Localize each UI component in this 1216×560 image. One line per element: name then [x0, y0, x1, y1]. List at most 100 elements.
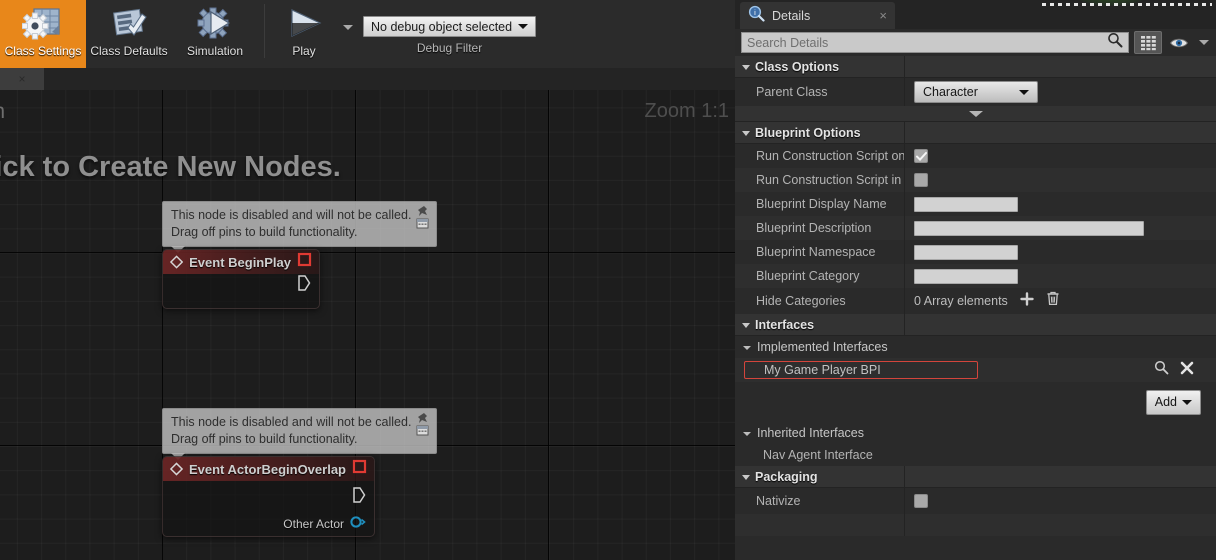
toolbar-separator [264, 4, 265, 58]
grid-icon [1140, 35, 1156, 50]
close-icon[interactable]: × [879, 9, 887, 22]
event-diamond-icon [170, 462, 183, 476]
eye-icon [1169, 38, 1189, 47]
add-button-label: Add [1154, 395, 1177, 409]
remove-interface-button[interactable] [1180, 361, 1194, 380]
toolbar-button-simulation[interactable]: Simulation [172, 0, 258, 68]
exec-pin-out-icon[interactable] [297, 274, 311, 296]
graph-empty-hint: t-Click to Create New Nodes. [0, 151, 341, 183]
search-icon [1107, 32, 1123, 53]
class-defaults-icon [106, 5, 152, 43]
details-visibility-button[interactable] [1167, 31, 1191, 54]
node-tooltip-actorbeginoverlap: This node is disabled and will not be ca… [162, 408, 437, 460]
debug-filter-label: Debug Filter [416, 41, 483, 55]
graph-zoom-level: Zoom 1:1 [644, 100, 729, 122]
interface-row-actions [1154, 360, 1194, 380]
tooltip-line-2: Drag off pins to build functionality. [171, 431, 358, 446]
add-interface-button[interactable]: Add [1145, 389, 1201, 415]
column-divider [904, 488, 905, 514]
property-value [904, 268, 1216, 284]
object-pin-icon[interactable] [350, 515, 366, 534]
details-panel: i Details × Search Details Class Options… [735, 0, 1216, 560]
exec-pin-out-icon[interactable] [352, 486, 366, 508]
section-header-interfaces[interactable]: Interfaces [735, 314, 1216, 336]
column-divider [904, 240, 905, 264]
property-label: Blueprint Category [756, 269, 860, 283]
property-value: Character [904, 81, 1216, 103]
property-value [904, 196, 1216, 212]
node-title: Event BeginPlay [189, 254, 291, 270]
graph-node-event-beginplay[interactable]: Event BeginPlay [162, 249, 320, 309]
play-options-dropdown[interactable] [337, 0, 359, 54]
node-exec-out-row [163, 486, 374, 508]
subsection-title: Implemented Interfaces [757, 340, 888, 354]
property-value [904, 244, 1216, 260]
checkbox-run-construction-script-in-sequencer[interactable] [914, 173, 928, 187]
details-info-icon: i [748, 5, 765, 27]
tooltip-line-1: This node is disabled and will not be ca… [171, 208, 412, 222]
section-header-packaging[interactable]: Packaging [735, 466, 1216, 488]
column-divider [904, 466, 905, 487]
section-header-class-options[interactable]: Class Options [735, 56, 1216, 78]
section-title: Interfaces [755, 317, 815, 332]
property-row-hide-categories: Hide Categories 0 Array elements [735, 288, 1216, 314]
inherited-interface-item: Nav Agent Interface [735, 444, 1216, 466]
column-divider [904, 288, 905, 314]
checkbox-run-construction-script-on-drag[interactable] [914, 149, 928, 163]
section-header-blueprint-options[interactable]: Blueprint Options [735, 122, 1216, 144]
parent-class-select[interactable]: Character [914, 81, 1038, 103]
window-icon [416, 218, 429, 229]
property-row-blueprint-display-name: Blueprint Display Name [735, 192, 1216, 216]
graph-node-event-actorbeginoverlap[interactable]: Event ActorBeginOverlap Other Actor [162, 456, 375, 537]
checkbox-nativize[interactable] [914, 494, 928, 508]
hide-categories-count: 0 Array elements [914, 294, 1008, 308]
details-grid-view-button[interactable] [1134, 31, 1162, 54]
node-header: Event ActorBeginOverlap [163, 457, 374, 481]
details-tab-bar: i Details × [735, 0, 1216, 29]
blueprint-graph-canvas[interactable]: aph Zoom 1:1 t-Click to Create New Nodes… [0, 90, 735, 560]
graph-tab[interactable]: × [0, 68, 44, 90]
subsection-implemented-interfaces[interactable]: Implemented Interfaces [735, 336, 1216, 358]
input-blueprint-category[interactable] [914, 268, 1018, 284]
tab-details-label: Details [772, 8, 811, 23]
property-row-blueprint-category: Blueprint Category [735, 264, 1216, 288]
property-row-spacer [735, 514, 1216, 536]
column-divider [904, 144, 905, 168]
input-blueprint-display-name[interactable] [914, 196, 1018, 212]
property-label: Blueprint Description [756, 221, 872, 235]
property-label: Blueprint Display Name [756, 197, 887, 211]
main-toolbar: Class Settings Class Defaults Simulation… [0, 0, 735, 68]
property-row-parent-class: Parent Class Character [735, 78, 1216, 106]
property-label: Run Construction Script in Se [756, 173, 904, 187]
node-delegate-pin[interactable] [352, 459, 367, 479]
add-interface-row: Add [735, 382, 1216, 422]
browse-interface-button[interactable] [1154, 360, 1169, 380]
add-array-element-button[interactable] [1020, 291, 1034, 311]
property-row-run-construction-script-on-drag: Run Construction Script on D [735, 144, 1216, 168]
clear-array-button[interactable] [1046, 291, 1060, 311]
property-row-run-construction-script-in-sequencer: Run Construction Script in Se [735, 168, 1216, 192]
implemented-interface-row: My Game Player BPI [735, 358, 1216, 382]
node-body [163, 274, 319, 308]
node-title: Event ActorBeginOverlap [188, 461, 346, 477]
pin-icon [418, 413, 427, 423]
search-details-box[interactable] [741, 32, 1129, 53]
toolbar-button-play[interactable]: Play [271, 0, 337, 68]
toolbar-button-class-defaults[interactable]: Class Defaults [86, 0, 172, 68]
column-divider [904, 56, 905, 77]
window-icon [416, 425, 429, 436]
subsection-inherited-interfaces[interactable]: Inherited Interfaces [735, 422, 1216, 444]
toolbar-button-class-settings[interactable]: Class Settings [0, 0, 86, 68]
input-blueprint-description[interactable] [914, 220, 1144, 236]
close-icon[interactable]: × [18, 73, 25, 85]
tab-details[interactable]: i Details × [740, 2, 895, 29]
section-expander-class-options[interactable] [735, 106, 1216, 122]
details-visibility-dropdown[interactable] [1196, 40, 1212, 45]
input-blueprint-namespace[interactable] [914, 244, 1018, 260]
search-input[interactable] [747, 35, 1107, 50]
debug-object-select[interactable]: No debug object selected [363, 16, 537, 37]
toolbar-label-simulation: Simulation [186, 44, 244, 58]
interface-entry-my-game-player-bpi[interactable]: My Game Player BPI [744, 361, 978, 379]
node-delegate-pin[interactable] [297, 252, 312, 272]
node-pin-row-other-actor: Other Actor [163, 513, 374, 535]
